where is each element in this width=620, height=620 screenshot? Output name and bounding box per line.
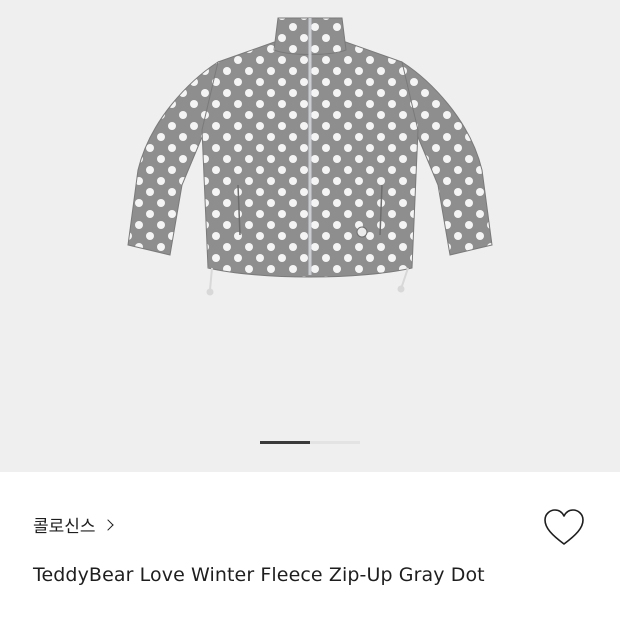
- product-title: TeddyBear Love Winter Fleece Zip-Up Gray…: [33, 564, 485, 586]
- chevron-right-icon: [101, 519, 114, 531]
- brand-link[interactable]: 콜로신스: [33, 512, 114, 537]
- carousel-pagination: [260, 441, 360, 444]
- product-image-carousel[interactable]: [0, 0, 620, 472]
- carousel-pagination-active: [260, 441, 310, 444]
- heart-outline-icon[interactable]: [542, 508, 586, 548]
- brand-name: 콜로신스: [33, 517, 96, 537]
- product-detail-page: 콜로신스 TeddyBear Love Winter Fleece Zip-Up…: [0, 0, 620, 620]
- product-image: [127, 17, 493, 296]
- product-info: 콜로신스 TeddyBear Love Winter Fleece Zip-Up…: [0, 472, 620, 620]
